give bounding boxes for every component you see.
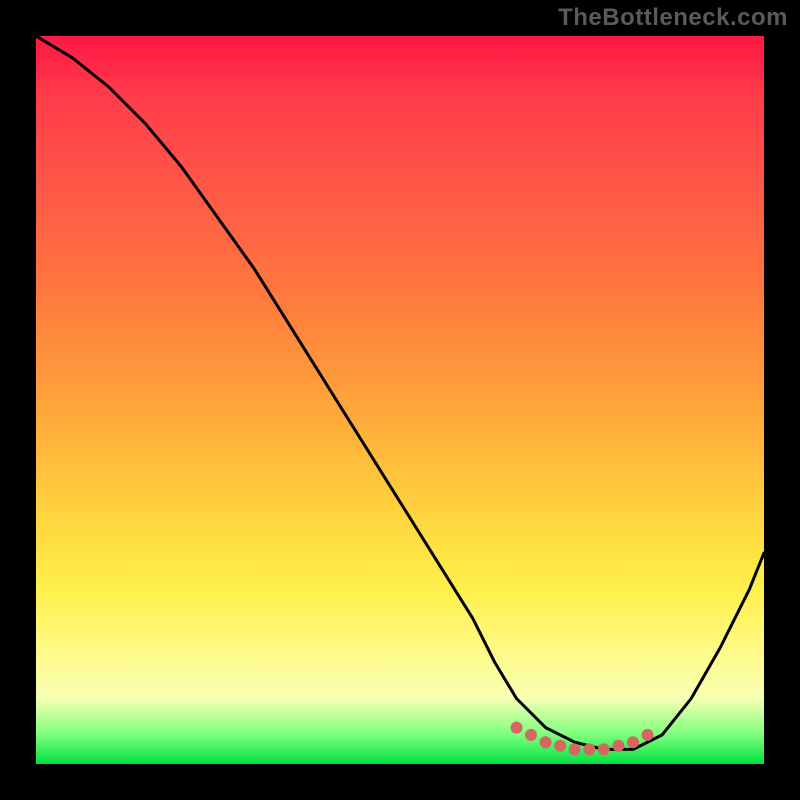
optimal-marker [569,743,581,755]
plot-area [36,36,764,764]
optimal-marker [525,729,537,741]
bottleneck-curve [36,36,764,749]
chart-frame: TheBottleneck.com [0,0,800,800]
optimal-marker [642,729,654,741]
optimal-marker [511,722,523,734]
optimal-marker [627,736,639,748]
optimal-marker [598,743,610,755]
optimal-marker [554,740,566,752]
watermark-text: TheBottleneck.com [558,4,788,32]
optimal-marker [583,743,595,755]
optimal-marker [540,736,552,748]
chart-svg [36,36,764,764]
optimal-marker [612,740,624,752]
